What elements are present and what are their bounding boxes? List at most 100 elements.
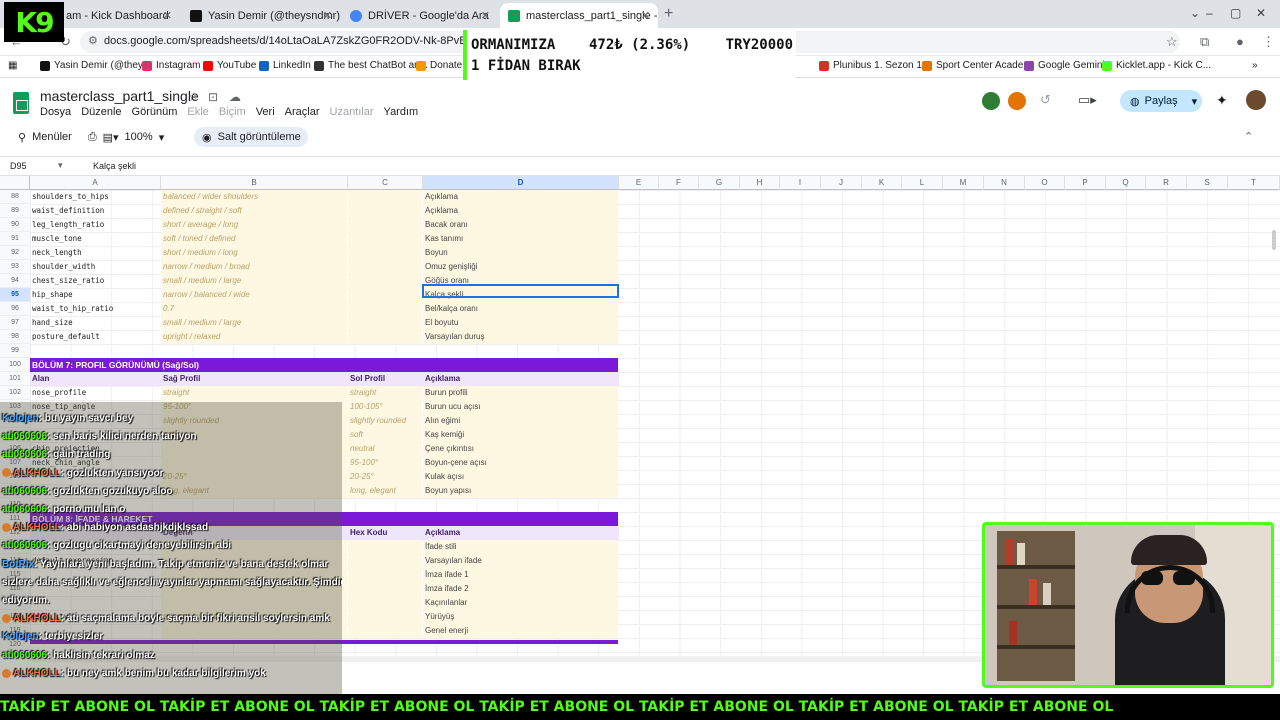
cell[interactable]: Alın eğimi xyxy=(423,414,618,428)
menu-tools[interactable]: Araçlar xyxy=(285,106,320,118)
chat-username[interactable]: ati060606 xyxy=(2,449,47,460)
cell[interactable]: 95-100° xyxy=(348,456,422,470)
cell[interactable] xyxy=(348,190,422,204)
row-header[interactable]: 93 xyxy=(0,260,30,274)
cell[interactable]: Açıklama xyxy=(423,204,618,218)
cell[interactable]: waist_to_hip_ratio xyxy=(32,302,160,316)
vertical-scrollbar[interactable] xyxy=(1272,230,1276,250)
cell[interactable] xyxy=(348,204,422,218)
column-header-b[interactable]: B xyxy=(161,176,348,190)
document-title[interactable]: masterclass_part1_single xyxy=(40,88,199,104)
column-header-c[interactable]: C xyxy=(348,176,423,190)
cell[interactable] xyxy=(348,232,422,246)
bookmark-item[interactable]: Google Gemini xyxy=(1024,60,1105,71)
cell[interactable]: long, elegant xyxy=(348,484,422,498)
extension-icon[interactable] xyxy=(982,92,1000,110)
cell[interactable]: straight xyxy=(161,386,347,400)
print-icon[interactable]: ⎙ xyxy=(88,131,97,144)
cell[interactable]: 0.7 xyxy=(161,302,347,316)
cell[interactable] xyxy=(348,596,422,610)
chat-username[interactable]: ati060606 xyxy=(2,486,47,497)
column-header-d[interactable]: D xyxy=(423,176,619,190)
bookmark-item[interactable]: YouTube xyxy=(203,60,256,71)
cell[interactable]: Varsayılan duruş xyxy=(423,330,618,344)
cell[interactable]: Kaş kemiği xyxy=(423,428,618,442)
cell[interactable]: short / medium / long xyxy=(161,246,347,260)
cell[interactable] xyxy=(348,246,422,260)
cell[interactable]: shoulder_width xyxy=(32,260,160,274)
column-header-k[interactable]: K xyxy=(862,176,902,190)
row-header[interactable]: 95 xyxy=(0,288,30,302)
extensions-icon[interactable]: ⧉ xyxy=(1200,34,1209,50)
cell[interactable]: neutral xyxy=(348,442,422,456)
column-header-n[interactable]: N xyxy=(984,176,1025,190)
cell[interactable]: Bacak oranı xyxy=(423,218,618,232)
profile-icon[interactable]: ● xyxy=(1236,34,1244,49)
cell[interactable]: Burun ucu açısı xyxy=(423,400,618,414)
cell[interactable]: leg_length_ratio xyxy=(32,218,160,232)
cell[interactable]: Kas tanımı xyxy=(423,232,618,246)
row-header[interactable]: 94 xyxy=(0,274,30,288)
column-header-a[interactable]: A xyxy=(30,176,161,190)
column-header-l[interactable]: L xyxy=(902,176,943,190)
chevron-down-icon[interactable]: ▾ xyxy=(1192,95,1198,108)
bookmark-star-icon[interactable]: ☆ xyxy=(1166,34,1178,50)
column-header-p[interactable]: P xyxy=(1065,176,1106,190)
cell[interactable] xyxy=(348,568,422,582)
cell[interactable]: Boyun yapısı xyxy=(423,484,618,498)
row-header[interactable]: 92 xyxy=(0,246,30,260)
cell[interactable]: posture_default xyxy=(32,330,160,344)
bookmark-item[interactable]: Yasin Demir (@they... xyxy=(40,60,150,71)
menu-extensions[interactable]: Uzantılar xyxy=(330,106,374,118)
cell[interactable]: slightly rounded xyxy=(348,414,422,428)
chat-username[interactable]: ALKHOLL xyxy=(13,668,61,679)
sheets-logo-icon[interactable] xyxy=(13,92,29,114)
cell[interactable]: soft xyxy=(348,428,422,442)
cell[interactable] xyxy=(348,260,422,274)
tab-search-icon[interactable]: ⌄ xyxy=(1190,6,1200,20)
cell[interactable]: nose_profile xyxy=(32,386,160,400)
cell[interactable] xyxy=(348,610,422,624)
column-header-t[interactable]: T xyxy=(1228,176,1280,190)
column-header-m[interactable]: M xyxy=(943,176,984,190)
formula-input[interactable]: Kalça şekli xyxy=(93,161,136,171)
row-header[interactable]: 100 xyxy=(0,358,30,372)
menu-edit[interactable]: Düzenle xyxy=(81,106,121,118)
cell[interactable]: Açıklama xyxy=(423,190,618,204)
move-folder-icon[interactable]: ⊡ xyxy=(208,90,218,104)
menu-search[interactable]: ⚲ Menüler ⎙ ▤▾ 100% ▾ xyxy=(18,128,164,146)
menu-data[interactable]: Veri xyxy=(256,106,275,118)
cell[interactable]: 100-105° xyxy=(348,400,422,414)
cell[interactable]: Boyun-çene açısı xyxy=(423,456,618,470)
cell[interactable]: muscle_tone xyxy=(32,232,160,246)
cell[interactable]: Burun profili xyxy=(423,386,618,400)
cell[interactable]: waist_definition xyxy=(32,204,160,218)
row-header[interactable]: 98 xyxy=(0,330,30,344)
chat-username[interactable]: Kolojen xyxy=(2,413,39,424)
gemini-icon[interactable]: ✦ xyxy=(1216,92,1228,109)
cell[interactable] xyxy=(348,330,422,344)
cell[interactable]: small / medium / large xyxy=(161,274,347,288)
avatar[interactable] xyxy=(1246,90,1266,110)
cell[interactable] xyxy=(348,302,422,316)
cell[interactable] xyxy=(348,288,422,302)
history-icon[interactable]: ↺ xyxy=(1040,92,1051,108)
cell[interactable]: hand_size xyxy=(32,316,160,330)
cell[interactable]: straight xyxy=(348,386,422,400)
chat-username[interactable]: Kolojen xyxy=(2,631,39,642)
tab-google-search[interactable]: DRİVER - Google'da Ara ✕ xyxy=(342,3,498,28)
column-header-s[interactable]: S xyxy=(1187,176,1228,190)
chevron-down-icon[interactable]: ▾ xyxy=(159,131,165,144)
column-header-h[interactable]: H xyxy=(740,176,780,190)
chat-username[interactable]: BotRix xyxy=(2,559,34,570)
close-icon[interactable]: ✕ xyxy=(323,9,332,22)
tab-sheets-active[interactable]: masterclass_part1_single - Goo ✕ xyxy=(500,3,658,28)
cell[interactable]: El boyutu xyxy=(423,316,618,330)
close-icon[interactable]: ✕ xyxy=(641,9,650,22)
cell[interactable] xyxy=(348,218,422,232)
new-tab-icon[interactable]: + xyxy=(664,5,673,23)
minimize-icon[interactable]: – xyxy=(1206,6,1213,20)
cell[interactable]: Kulak açısı xyxy=(423,470,618,484)
cell[interactable]: narrow / balanced / wide xyxy=(161,288,347,302)
cell[interactable] xyxy=(348,624,422,638)
